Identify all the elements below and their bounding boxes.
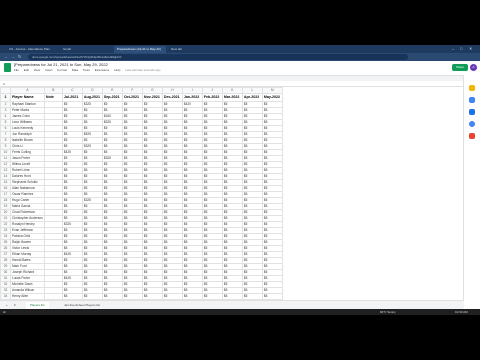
close-window-button[interactable]: ✕	[469, 46, 472, 51]
browser-tab[interactable]: Gmail	[60, 46, 112, 53]
menu-data[interactable]: Data	[72, 68, 78, 72]
menu-insert[interactable]: Insert	[45, 68, 53, 72]
sheets-logo-icon[interactable]	[4, 63, 11, 72]
weather-status[interactable]: 84°F Sunny	[380, 309, 396, 315]
address-bar-row: ← → ↻ docs.google.com/spreadsheets/d/1e8…	[0, 53, 480, 61]
column-title-cell[interactable]: Player Name	[10, 93, 45, 102]
menu-tools[interactable]: Tools	[83, 68, 90, 72]
calendar-icon[interactable]	[469, 85, 475, 91]
column-title-cell[interactable]: Dec-2021	[161, 93, 183, 102]
spreadsheet-grid[interactable]: ABCDEFGHIJKLM 1 Player Name Note Jul-2021 Au…	[0, 87, 464, 300]
os-taskbar: ⊞ 84°F Sunny 10:33 AM	[0, 309, 480, 315]
tasks-icon[interactable]	[469, 109, 475, 115]
row-number[interactable]: 1	[0, 93, 11, 102]
share-button[interactable]: Share	[452, 64, 468, 71]
menu-file[interactable]: File	[14, 68, 19, 72]
column-title-cell[interactable]: Nov-2021	[141, 93, 163, 102]
doc-header: [Preparedness for Jul 21, 2021 to Sun, M…	[0, 61, 480, 75]
browser-tab[interactable]: CS - Access - Attendance Plan	[6, 46, 58, 53]
reload-icon[interactable]: ↻	[18, 54, 21, 59]
avatar[interactable]: A	[470, 64, 477, 71]
contacts-icon[interactable]	[469, 121, 475, 127]
last-edit-status[interactable]: Last edit was seconds ago	[125, 68, 160, 72]
fx-icon: fx	[3, 82, 6, 86]
maximize-button[interactable]: □	[460, 46, 462, 51]
side-panel	[463, 75, 480, 315]
player-name-cell[interactable]: Christopher Anderson	[10, 215, 45, 222]
clock[interactable]: 10:33 AM	[455, 309, 468, 315]
column-title-cell[interactable]: Feb-2022	[201, 93, 223, 102]
browser-tab-bar: CS - Access - Attendance Plan Gmail Prep…	[0, 45, 480, 53]
column-title-cell[interactable]: May-2022	[261, 93, 283, 102]
column-title-cell[interactable]: Mar-2022	[221, 93, 243, 102]
column-title-cell[interactable]: Jan-2022	[181, 93, 203, 102]
minimize-button[interactable]: –	[452, 46, 454, 51]
browser-tab[interactable]: New tab	[168, 46, 208, 53]
column-title-cell[interactable]: Note	[43, 93, 63, 102]
sheet-tab-jan-eventsheet[interactable]: Jan Eventsheet Players list	[60, 302, 104, 309]
column-title-cell[interactable]: Apr-2022	[241, 93, 263, 102]
start-icon[interactable]: ⊞	[3, 309, 6, 315]
back-icon[interactable]: ←	[4, 54, 8, 59]
menu-view[interactable]: View	[34, 68, 40, 72]
document-title[interactable]: [Preparedness for Jul 21, 2021 to Sun, M…	[14, 62, 108, 67]
browser-tab-active[interactable]: Preparedness (Jul-21 to May-22)	[114, 46, 166, 53]
column-title-cell[interactable]: Jul-2021	[61, 93, 83, 102]
column-title-cell[interactable]: Aug-2021	[81, 93, 103, 102]
menu-help[interactable]: Help	[114, 68, 120, 72]
menu-format[interactable]: Format	[57, 68, 67, 72]
menu-bar: File Edit View Insert Format Data Tools …	[14, 68, 165, 72]
all-sheets-button[interactable]: ≡	[10, 302, 20, 309]
sheet-table[interactable]: ABCDEFGHIJKLM 1 Player Name Note Jul-2021 Au…	[0, 87, 283, 300]
table-header-row: 1 Player Name Note Jul-2021 Aug-2021 Sep-2021…	[0, 93, 283, 102]
column-title-cell[interactable]: Sep-2021	[101, 93, 123, 102]
keep-icon[interactable]	[469, 97, 475, 103]
screen-frame: CS - Access - Attendance Plan Gmail Prep…	[0, 45, 480, 315]
menu-edit[interactable]: Edit	[24, 68, 29, 72]
url-field[interactable]: docs.google.com/spreadsheets/d/1e8YWnQbN…	[28, 54, 408, 60]
maps-icon[interactable]	[469, 133, 475, 139]
menu-extensions[interactable]: Extensions	[95, 68, 110, 72]
column-title-cell[interactable]: Oct-2021	[121, 93, 143, 102]
forward-icon[interactable]: →	[11, 54, 15, 59]
